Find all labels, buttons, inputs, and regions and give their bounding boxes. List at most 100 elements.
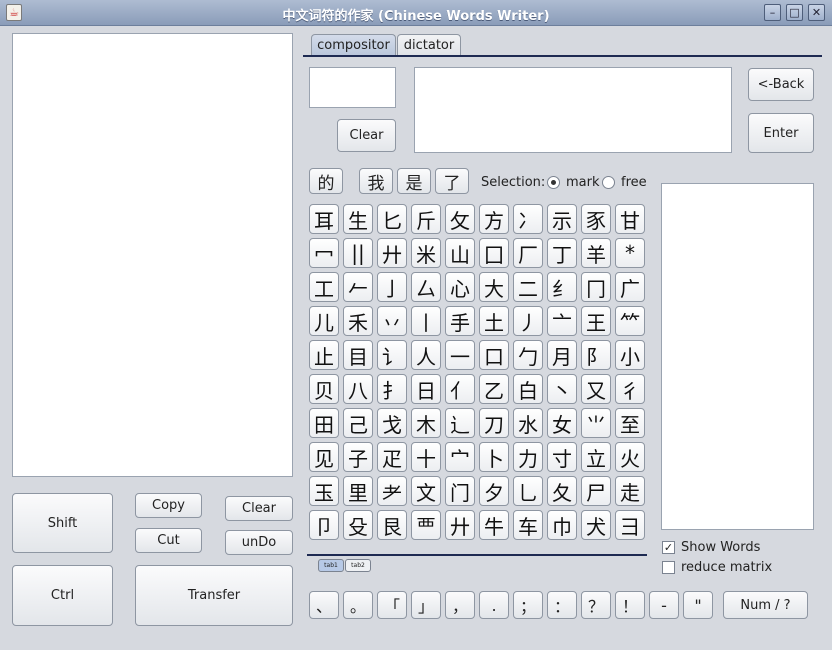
radical-button[interactable]: 子 — [343, 442, 373, 472]
back-button[interactable]: <-Back — [748, 68, 814, 101]
radical-button[interactable]: 一 — [445, 340, 475, 370]
radical-button[interactable]: 走 — [615, 476, 645, 506]
radical-button[interactable]: 土 — [479, 306, 509, 336]
quick-word-button[interactable]: 的 — [309, 168, 343, 194]
close-icon[interactable]: ✕ — [808, 4, 825, 21]
radical-button[interactable]: 羊 — [581, 238, 611, 268]
shift-button[interactable]: Shift — [12, 493, 113, 553]
radical-button[interactable]: 勹 — [513, 340, 543, 370]
radical-button[interactable]: 夕 — [479, 476, 509, 506]
radical-button[interactable]: 讠 — [377, 340, 407, 370]
punctuation-button[interactable]: 、 — [309, 591, 339, 619]
radical-button[interactable]: 王 — [581, 306, 611, 336]
radical-button[interactable]: 玉 — [309, 476, 339, 506]
punctuation-button[interactable]: . — [479, 591, 509, 619]
radical-button[interactable]: 目 — [343, 340, 373, 370]
radical-button[interactable]: 工 — [309, 272, 339, 302]
radical-button[interactable]: 心 — [445, 272, 475, 302]
radical-button[interactable]: 巾 — [547, 510, 577, 540]
radical-button[interactable]: 丁 — [547, 238, 577, 268]
undo-button[interactable]: unDo — [225, 530, 293, 555]
radical-button[interactable]: 生 — [343, 204, 373, 234]
radical-button[interactable]: 丨 — [411, 306, 441, 336]
radical-button[interactable]: 艮 — [377, 510, 407, 540]
minimize-icon[interactable]: – — [764, 4, 781, 21]
radical-button[interactable]: 方 — [479, 204, 509, 234]
radical-button[interactable]: 丿 — [513, 306, 543, 336]
radical-button[interactable]: 丷 — [377, 306, 407, 336]
radical-button[interactable]: 贝 — [309, 374, 339, 404]
clear-input-button[interactable]: Clear — [337, 119, 396, 152]
punctuation-button[interactable]: ！ — [615, 591, 645, 619]
radical-button[interactable]: 米 — [411, 238, 441, 268]
radical-button[interactable]: 甘 — [615, 204, 645, 234]
radical-button[interactable]: 厶 — [411, 272, 441, 302]
radical-button[interactable]: 口 — [479, 340, 509, 370]
output-text-area[interactable] — [12, 33, 293, 477]
radical-button[interactable]: 戈 — [377, 408, 407, 438]
radical-button[interactable]: 亅 — [377, 272, 407, 302]
punctuation-button[interactable]: ； — [513, 591, 543, 619]
radical-button[interactable]: 耳 — [309, 204, 339, 234]
radical-button[interactable]: 立 — [581, 442, 611, 472]
radical-button[interactable]: 力 — [513, 442, 543, 472]
radical-button[interactable]: 冖 — [309, 238, 339, 268]
radical-button[interactable]: 耂 — [377, 476, 407, 506]
radical-button[interactable]: * — [615, 238, 645, 268]
punctuation-button[interactable]: ？ — [581, 591, 611, 619]
radical-button[interactable]: 儿 — [309, 306, 339, 336]
radical-button[interactable]: 丶 — [547, 374, 577, 404]
radical-button[interactable]: 人 — [411, 340, 441, 370]
enter-button[interactable]: Enter — [748, 113, 814, 153]
radical-button[interactable]: ⺌ — [581, 408, 611, 438]
radical-button[interactable]: 纟 — [547, 272, 577, 302]
num-button[interactable]: Num / ? — [723, 591, 808, 619]
mini-tab-1[interactable]: tab1 — [318, 559, 344, 572]
ctrl-button[interactable]: Ctrl — [12, 565, 113, 626]
radical-button[interactable]: 彐 — [615, 510, 645, 540]
punctuation-button[interactable]: 」 — [411, 591, 441, 619]
tab-dictator[interactable]: dictator — [397, 34, 461, 56]
tab-compositor[interactable]: compositor — [311, 34, 396, 56]
radical-button[interactable]: 日 — [411, 374, 441, 404]
radical-button[interactable]: 冫 — [513, 204, 543, 234]
radical-button[interactable]: 八 — [343, 374, 373, 404]
radical-button[interactable]: 扌 — [377, 374, 407, 404]
radical-button[interactable]: 亠 — [547, 306, 577, 336]
radical-button[interactable]: 白 — [513, 374, 543, 404]
punctuation-button[interactable]: - — [649, 591, 679, 619]
radical-button[interactable]: 大 — [479, 272, 509, 302]
radical-button[interactable]: 广 — [615, 272, 645, 302]
mini-tab-2[interactable]: tab2 — [345, 559, 371, 572]
radical-button[interactable]: 阝 — [581, 340, 611, 370]
radical-button[interactable]: 水 — [513, 408, 543, 438]
radical-button[interactable]: 至 — [615, 408, 645, 438]
radical-button[interactable]: || — [343, 238, 373, 268]
quick-word-button[interactable]: 是 — [397, 168, 431, 194]
radical-button[interactable]: 夂 — [547, 476, 577, 506]
radical-button[interactable]: 门 — [445, 476, 475, 506]
radical-button[interactable]: 示 — [547, 204, 577, 234]
radical-button[interactable]: 厂 — [513, 238, 543, 268]
transfer-button[interactable]: Transfer — [135, 565, 293, 626]
radical-button[interactable]: 殳 — [343, 510, 373, 540]
radical-button[interactable]: 彳 — [615, 374, 645, 404]
radical-button[interactable]: 匕 — [377, 204, 407, 234]
punctuation-button[interactable]: ， — [445, 591, 475, 619]
radical-button[interactable]: 田 — [309, 408, 339, 438]
radical-button[interactable]: 卜 — [479, 442, 509, 472]
copy-button[interactable]: Copy — [135, 493, 202, 518]
radical-button[interactable]: 囗 — [479, 238, 509, 268]
quick-word-button[interactable]: 了 — [435, 168, 469, 194]
radical-button[interactable]: 又 — [581, 374, 611, 404]
cut-button[interactable]: Cut — [135, 528, 202, 553]
radical-button[interactable]: 卩 — [309, 510, 339, 540]
radical-button[interactable]: ⺮ — [615, 306, 645, 336]
radical-button[interactable]: 里 — [343, 476, 373, 506]
radical-button[interactable]: 小 — [615, 340, 645, 370]
radical-button[interactable]: 二 — [513, 272, 543, 302]
radical-button[interactable]: 斤 — [411, 204, 441, 234]
pinyin-input[interactable] — [309, 67, 396, 108]
words-list-panel[interactable] — [661, 183, 814, 530]
radical-button[interactable]: 女 — [547, 408, 577, 438]
